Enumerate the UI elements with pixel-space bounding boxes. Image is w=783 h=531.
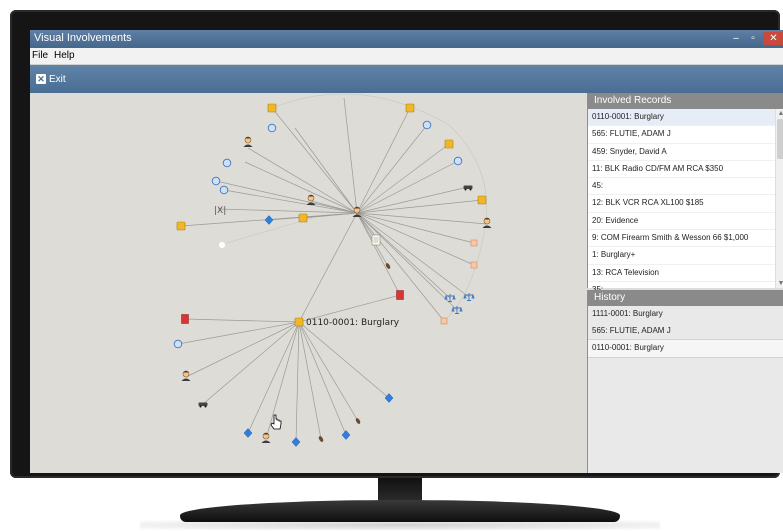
graph-nodes[interactable]: |X| 0110-0001: Burglary bbox=[173, 103, 492, 447]
hub-a-links bbox=[180, 97, 488, 323]
record-row[interactable]: 1: Burglary+ bbox=[588, 247, 778, 265]
record-row[interactable]: 13: RCA Television bbox=[588, 265, 778, 282]
globe-icon[interactable] bbox=[219, 185, 229, 195]
scale-icon[interactable] bbox=[451, 305, 463, 314]
history-row[interactable]: 1111-0001: Burglary bbox=[588, 306, 783, 323]
record-row[interactable]: 565: FLUTIE, ADAM J bbox=[588, 126, 778, 144]
diamond-icon[interactable] bbox=[291, 437, 301, 447]
diamond-icon[interactable] bbox=[243, 428, 253, 438]
close-button[interactable]: ✕ bbox=[763, 32, 783, 45]
folder-icon[interactable] bbox=[477, 195, 487, 205]
folder-icon[interactable] bbox=[267, 103, 277, 113]
menu-file[interactable]: File bbox=[32, 50, 48, 61]
folder-icon[interactable] bbox=[176, 221, 186, 231]
globe-icon[interactable] bbox=[173, 339, 183, 349]
history-row[interactable]: 565: FLUTIE, ADAM J bbox=[588, 323, 783, 340]
car-icon[interactable] bbox=[463, 185, 473, 191]
scroll-thumb[interactable] bbox=[777, 119, 783, 159]
history-header: History bbox=[588, 290, 783, 306]
car-icon[interactable] bbox=[198, 402, 208, 408]
monitor-frame: Visual Involvements – ▫ ✕ File Help ✕ Ex… bbox=[10, 10, 783, 478]
folder-icon[interactable] bbox=[405, 103, 415, 113]
bracket-icon[interactable]: |X| bbox=[214, 206, 226, 216]
footprint-icon[interactable] bbox=[354, 417, 362, 425]
caution-icon[interactable] bbox=[470, 239, 478, 247]
history-panel: History 1111-0001: Burglary 565: FLUTIE, … bbox=[587, 290, 783, 473]
record-row[interactable]: 12: BLK VCR RCA XL100 $185 bbox=[588, 195, 778, 213]
book-icon[interactable] bbox=[181, 314, 189, 324]
involved-records-list: 0110-0001: Burglary 565: FLUTIE, ADAM J 45… bbox=[588, 109, 783, 300]
folder-icon[interactable] bbox=[298, 213, 308, 223]
history-list: 1111-0001: Burglary 565: FLUTIE, ADAM J 01… bbox=[588, 306, 783, 358]
exit-icon: ✕ bbox=[36, 74, 46, 84]
involved-records-header: Involved Records bbox=[588, 93, 783, 109]
diamond-icon[interactable] bbox=[341, 430, 351, 440]
record-row[interactable]: 45: bbox=[588, 178, 778, 196]
diamond-icon[interactable] bbox=[384, 393, 394, 403]
history-row[interactable]: 0110-0001: Burglary bbox=[588, 339, 783, 358]
menu-help[interactable]: Help bbox=[54, 50, 75, 61]
involved-records-panel: Involved Records 0110-0001: Burglary 565:… bbox=[587, 93, 783, 300]
globe-icon[interactable] bbox=[422, 120, 432, 130]
person-icon[interactable] bbox=[181, 370, 191, 382]
caution-icon[interactable] bbox=[470, 261, 478, 269]
exit-button[interactable]: ✕ Exit bbox=[36, 71, 66, 87]
diamond-icon[interactable] bbox=[264, 215, 274, 225]
record-row[interactable]: 0110-0001: Burglary bbox=[588, 109, 778, 127]
globe-icon[interactable] bbox=[211, 176, 221, 186]
records-scrollbar[interactable]: ▲ ▼ bbox=[775, 109, 783, 288]
maximize-button[interactable]: ▫ bbox=[745, 32, 761, 45]
menu-bar: File Help bbox=[30, 48, 783, 65]
record-row[interactable]: 20: Evidence bbox=[588, 213, 778, 231]
graph-canvas[interactable]: |X| 0110-0001: Burglary bbox=[30, 93, 587, 473]
caution-icon[interactable] bbox=[440, 317, 448, 325]
person-icon[interactable] bbox=[261, 432, 271, 444]
footprint-icon[interactable] bbox=[317, 435, 325, 443]
book-icon[interactable] bbox=[396, 290, 404, 300]
involvement-graph[interactable]: |X| 0110-0001: Burglary bbox=[30, 93, 587, 473]
stand-shadow bbox=[140, 520, 660, 530]
toolbar: ✕ Exit bbox=[30, 65, 783, 93]
title-bar: Visual Involvements – ▫ ✕ bbox=[30, 30, 783, 48]
app-window: Visual Involvements – ▫ ✕ File Help ✕ Ex… bbox=[30, 30, 783, 473]
focus-node-label[interactable]: 0110-0001: Burglary bbox=[306, 318, 400, 328]
record-row[interactable]: 9: COM Firearm Smith & Wesson 66 $1,000 bbox=[588, 230, 778, 248]
record-row[interactable]: 459: Snyder, David A bbox=[588, 144, 778, 161]
incident-folder-icon[interactable] bbox=[294, 317, 304, 327]
globe-icon[interactable] bbox=[267, 123, 277, 133]
folder-icon[interactable] bbox=[444, 139, 454, 149]
person-icon[interactable] bbox=[243, 136, 253, 148]
minimize-button[interactable]: – bbox=[728, 32, 744, 45]
exit-label: Exit bbox=[49, 73, 66, 85]
scroll-up-icon[interactable]: ▲ bbox=[776, 109, 783, 118]
globe-icon[interactable] bbox=[453, 156, 463, 166]
scroll-down-icon[interactable]: ▼ bbox=[776, 279, 783, 288]
record-row[interactable]: 11: BLK Radio CD/FM AM RCA $350 bbox=[588, 161, 778, 179]
monitor-stand-base bbox=[180, 500, 620, 522]
window-title: Visual Involvements bbox=[34, 32, 132, 44]
person-icon[interactable] bbox=[482, 217, 492, 229]
globe-icon[interactable] bbox=[222, 158, 232, 168]
empty-node-icon[interactable] bbox=[218, 241, 226, 249]
document-icon[interactable] bbox=[371, 234, 381, 246]
